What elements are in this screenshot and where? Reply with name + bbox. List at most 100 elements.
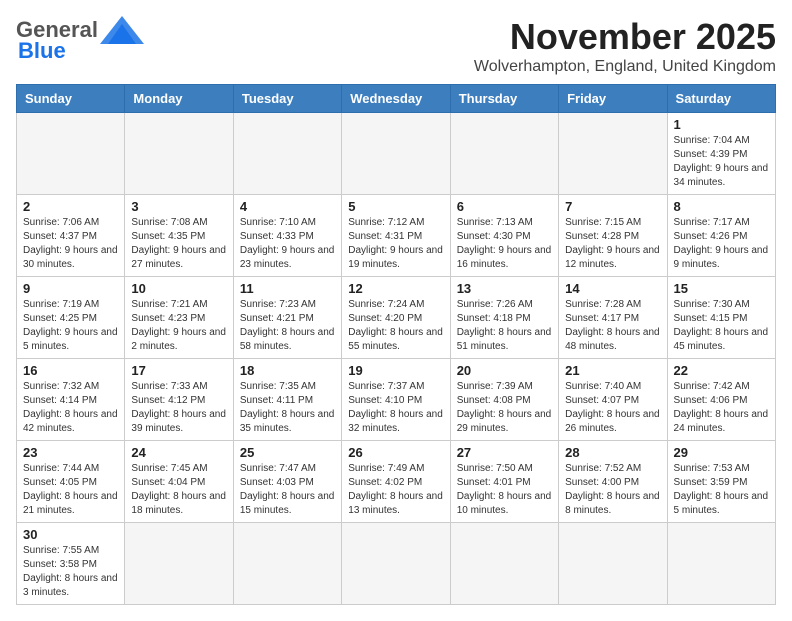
calendar-cell	[559, 523, 667, 605]
day-number: 21	[565, 363, 660, 378]
calendar-cell	[233, 523, 341, 605]
calendar-cell: 30Sunrise: 7:55 AM Sunset: 3:58 PM Dayli…	[17, 523, 125, 605]
calendar-cell: 24 Sunrise: 7:45 AM Sunset: 4:04 PM Dayli…	[125, 441, 233, 523]
calendar-cell: 27 Sunrise: 7:50 AM Sunset: 4:01 PM Dayli…	[450, 441, 558, 523]
day-number: 12	[348, 281, 443, 296]
day-number: 1	[674, 117, 769, 132]
calendar-cell	[125, 113, 233, 195]
day-number: 8	[674, 199, 769, 214]
day-number: 28	[565, 445, 660, 460]
calendar-cell	[125, 523, 233, 605]
calendar-cell: 1 Sunrise: 7:04 AM Sunset: 4:39 PM Daylig…	[667, 113, 775, 195]
day-number: 30	[23, 527, 118, 542]
day-info: Sunrise: 7:17 AM Sunset: 4:26 PM Dayligh…	[674, 216, 769, 272]
day-number: 9	[23, 281, 118, 296]
calendar-cell	[17, 113, 125, 195]
day-header-monday: Monday	[125, 85, 233, 113]
day-info: Sunrise: 7:10 AM Sunset: 4:33 PM Dayligh…	[240, 216, 335, 272]
day-info: Sunrise: 7:53 AM Sunset: 3:59 PM Dayligh…	[674, 462, 769, 518]
calendar-cell	[450, 523, 558, 605]
month-title: November 2025	[474, 16, 776, 58]
calendar-cell: 21 Sunrise: 7:40 AM Sunset: 4:07 PM Dayli…	[559, 359, 667, 441]
calendar-cell: 26Sunrise: 7:49 AM Sunset: 4:02 PM Dayli…	[342, 441, 450, 523]
day-number: 5	[348, 199, 443, 214]
calendar-cell: 25Sunrise: 7:47 AM Sunset: 4:03 PM Dayli…	[233, 441, 341, 523]
calendar-cell: 14 Sunrise: 7:28 AM Sunset: 4:17 PM Dayli…	[559, 277, 667, 359]
calendar-cell: 15 Sunrise: 7:30 AM Sunset: 4:15 PM Dayli…	[667, 277, 775, 359]
day-info: Sunrise: 7:42 AM Sunset: 4:06 PM Dayligh…	[674, 380, 769, 436]
calendar-cell: 8 Sunrise: 7:17 AM Sunset: 4:26 PM Daylig…	[667, 195, 775, 277]
day-number: 25	[240, 445, 335, 460]
calendar-cell: 18Sunrise: 7:35 AM Sunset: 4:11 PM Dayli…	[233, 359, 341, 441]
calendar-cell: 2 Sunrise: 7:06 AM Sunset: 4:37 PM Daylig…	[17, 195, 125, 277]
day-number: 2	[23, 199, 118, 214]
day-number: 29	[674, 445, 769, 460]
calendar-cell: 28Sunrise: 7:52 AM Sunset: 4:00 PM Dayli…	[559, 441, 667, 523]
calendar-cell	[450, 113, 558, 195]
calendar-cell: 29 Sunrise: 7:53 AM Sunset: 3:59 PM Dayli…	[667, 441, 775, 523]
day-info: Sunrise: 7:50 AM Sunset: 4:01 PM Dayligh…	[457, 462, 552, 518]
logo: General Blue	[16, 16, 144, 64]
day-info: Sunrise: 7:04 AM Sunset: 4:39 PM Dayligh…	[674, 134, 769, 190]
day-number: 22	[674, 363, 769, 378]
calendar-cell	[342, 113, 450, 195]
location-subtitle: Wolverhampton, England, United Kingdom	[474, 58, 776, 76]
calendar-cell: 11Sunrise: 7:23 AM Sunset: 4:21 PM Dayli…	[233, 277, 341, 359]
day-number: 11	[240, 281, 335, 296]
day-info: Sunrise: 7:26 AM Sunset: 4:18 PM Dayligh…	[457, 298, 552, 354]
title-section: November 2025 Wolverhampton, England, Un…	[474, 16, 776, 76]
day-number: 16	[23, 363, 118, 378]
day-info: Sunrise: 7:08 AM Sunset: 4:35 PM Dayligh…	[131, 216, 226, 272]
calendar-cell: 12 Sunrise: 7:24 AM Sunset: 4:20 PM Dayli…	[342, 277, 450, 359]
logo-icon	[100, 16, 144, 44]
day-number: 19	[348, 363, 443, 378]
day-info: Sunrise: 7:33 AM Sunset: 4:12 PM Dayligh…	[131, 380, 226, 436]
calendar-cell	[342, 523, 450, 605]
day-info: Sunrise: 7:44 AM Sunset: 4:05 PM Dayligh…	[23, 462, 118, 518]
calendar-cell	[559, 113, 667, 195]
day-header-friday: Friday	[559, 85, 667, 113]
day-info: Sunrise: 7:06 AM Sunset: 4:37 PM Dayligh…	[23, 216, 118, 272]
calendar-cell: 19 Sunrise: 7:37 AM Sunset: 4:10 PM Dayli…	[342, 359, 450, 441]
day-number: 13	[457, 281, 552, 296]
day-info: Sunrise: 7:40 AM Sunset: 4:07 PM Dayligh…	[565, 380, 660, 436]
calendar-cell: 10 Sunrise: 7:21 AM Sunset: 4:23 PM Dayli…	[125, 277, 233, 359]
day-number: 15	[674, 281, 769, 296]
calendar-cell	[667, 523, 775, 605]
week-row-3: 16 Sunrise: 7:32 AM Sunset: 4:14 PM Dayli…	[17, 359, 776, 441]
day-info: Sunrise: 7:39 AM Sunset: 4:08 PM Dayligh…	[457, 380, 552, 436]
day-header-sunday: Sunday	[17, 85, 125, 113]
calendar-cell: 3Sunrise: 7:08 AM Sunset: 4:35 PM Daylig…	[125, 195, 233, 277]
calendar-cell: 23Sunrise: 7:44 AM Sunset: 4:05 PM Dayli…	[17, 441, 125, 523]
day-info: Sunrise: 7:49 AM Sunset: 4:02 PM Dayligh…	[348, 462, 443, 518]
day-info: Sunrise: 7:45 AM Sunset: 4:04 PM Dayligh…	[131, 462, 226, 518]
day-number: 24	[131, 445, 226, 460]
calendar-cell: 5 Sunrise: 7:12 AM Sunset: 4:31 PM Daylig…	[342, 195, 450, 277]
calendar-cell: 4 Sunrise: 7:10 AM Sunset: 4:33 PM Daylig…	[233, 195, 341, 277]
day-header-tuesday: Tuesday	[233, 85, 341, 113]
day-info: Sunrise: 7:30 AM Sunset: 4:15 PM Dayligh…	[674, 298, 769, 354]
day-info: Sunrise: 7:21 AM Sunset: 4:23 PM Dayligh…	[131, 298, 226, 354]
day-info: Sunrise: 7:28 AM Sunset: 4:17 PM Dayligh…	[565, 298, 660, 354]
calendar-cell: 6Sunrise: 7:13 AM Sunset: 4:30 PM Daylig…	[450, 195, 558, 277]
day-number: 10	[131, 281, 226, 296]
calendar-cell: 17Sunrise: 7:33 AM Sunset: 4:12 PM Dayli…	[125, 359, 233, 441]
calendar-cell: 7Sunrise: 7:15 AM Sunset: 4:28 PM Daylig…	[559, 195, 667, 277]
calendar-cell: 20 Sunrise: 7:39 AM Sunset: 4:08 PM Dayli…	[450, 359, 558, 441]
day-info: Sunrise: 7:37 AM Sunset: 4:10 PM Dayligh…	[348, 380, 443, 436]
day-number: 14	[565, 281, 660, 296]
calendar-cell: 9 Sunrise: 7:19 AM Sunset: 4:25 PM Daylig…	[17, 277, 125, 359]
day-info: Sunrise: 7:35 AM Sunset: 4:11 PM Dayligh…	[240, 380, 335, 436]
day-info: Sunrise: 7:19 AM Sunset: 4:25 PM Dayligh…	[23, 298, 118, 354]
day-info: Sunrise: 7:12 AM Sunset: 4:31 PM Dayligh…	[348, 216, 443, 272]
day-number: 27	[457, 445, 552, 460]
day-info: Sunrise: 7:24 AM Sunset: 4:20 PM Dayligh…	[348, 298, 443, 354]
page-header: General Blue November 2025 Wolverhampton…	[16, 16, 776, 76]
calendar-cell: 16 Sunrise: 7:32 AM Sunset: 4:14 PM Dayli…	[17, 359, 125, 441]
day-number: 20	[457, 363, 552, 378]
day-info: Sunrise: 7:32 AM Sunset: 4:14 PM Dayligh…	[23, 380, 118, 436]
calendar-cell: 13 Sunrise: 7:26 AM Sunset: 4:18 PM Dayli…	[450, 277, 558, 359]
calendar-cell: 22 Sunrise: 7:42 AM Sunset: 4:06 PM Dayli…	[667, 359, 775, 441]
day-number: 4	[240, 199, 335, 214]
week-row-0: 1 Sunrise: 7:04 AM Sunset: 4:39 PM Daylig…	[17, 113, 776, 195]
